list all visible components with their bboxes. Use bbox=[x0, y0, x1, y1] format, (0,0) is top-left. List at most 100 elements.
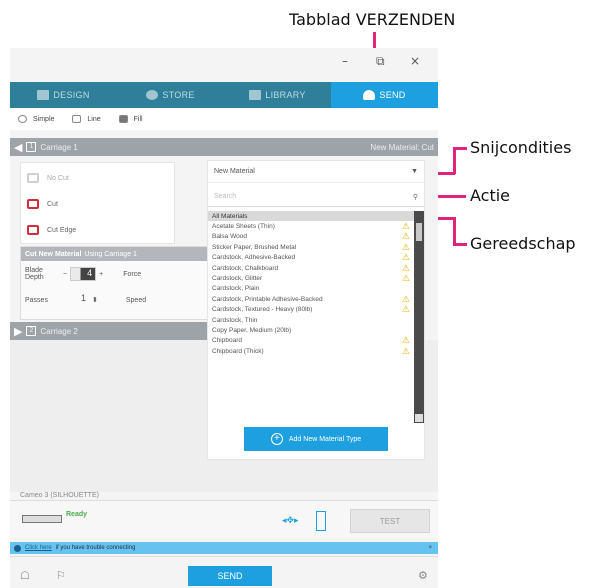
cut-icon bbox=[27, 199, 39, 209]
carriage-number: 1 bbox=[26, 142, 37, 152]
warning-icon: ⚠ bbox=[401, 252, 410, 263]
design-icon bbox=[37, 90, 50, 100]
blade-depth-value[interactable]: 4 bbox=[70, 267, 97, 281]
tab-store[interactable]: STORE bbox=[117, 82, 224, 108]
connection-hint: Click here if you have trouble connectin… bbox=[10, 542, 438, 554]
increment-icon[interactable]: + bbox=[99, 271, 103, 278]
annotation-send-tab: Tabblad VERZENDEN bbox=[289, 10, 456, 29]
list-item[interactable]: Cardstock, Plain bbox=[208, 284, 414, 294]
cut-edge-icon bbox=[27, 225, 39, 235]
scroll-down-icon[interactable] bbox=[415, 414, 423, 422]
info-icon bbox=[14, 544, 21, 552]
warning-icon: ⚠ bbox=[401, 241, 410, 252]
move-arrows-icon[interactable]: ◂✥▸ bbox=[282, 515, 299, 526]
layout-icon[interactable] bbox=[316, 511, 326, 531]
close-icon[interactable]: × bbox=[410, 54, 420, 68]
simple-icon bbox=[18, 115, 27, 123]
machine-icon bbox=[22, 515, 62, 523]
tool-connector-v bbox=[453, 217, 456, 245]
blade-depth-row: Blade Depth − 4 + Force bbox=[25, 267, 142, 281]
list-item[interactable]: Acetate Sheets (Thin) ⚠ bbox=[208, 221, 414, 231]
mode-fill[interactable]: Fill bbox=[118, 115, 143, 123]
library-icon bbox=[249, 90, 262, 100]
warning-icon: ⚠ bbox=[401, 293, 410, 304]
cut-settings-panel: Cut New Material Using Carriage 1 Blade D… bbox=[20, 246, 212, 320]
cut-settings-heading: Cut New Material Using Carriage 1 bbox=[21, 247, 211, 261]
warning-icon: ⚠ bbox=[401, 273, 410, 284]
dismiss-icon[interactable]: × bbox=[428, 545, 432, 551]
action-list: No Cut Cut Cut Edge bbox=[20, 162, 175, 244]
carriage-material-label: New Material: Cut bbox=[370, 142, 434, 152]
tab-send[interactable]: SEND bbox=[331, 82, 438, 108]
annotation-cut-conditions: Snijcondities bbox=[470, 138, 572, 157]
action-cut-edge[interactable]: Cut Edge bbox=[21, 219, 174, 241]
material-list-header: All Materials bbox=[208, 211, 414, 222]
minimize-icon[interactable]: – bbox=[342, 54, 348, 68]
decrement-icon[interactable]: − bbox=[63, 271, 67, 278]
passes-row: Passes 1 ⬍ Speed bbox=[21, 287, 211, 313]
footer-bar: ☖ ⚐ SEND ⚙ bbox=[10, 556, 438, 588]
plus-icon: + bbox=[270, 433, 283, 445]
device-label: Cameo 3 (SILHOUETTE) bbox=[20, 492, 99, 499]
passes-value[interactable]: 1 bbox=[63, 293, 89, 307]
test-button[interactable]: TEST bbox=[350, 509, 430, 533]
mode-selector: Simple Line Fill bbox=[10, 108, 438, 130]
device-bar: Ready ◂✥▸ TEST bbox=[10, 500, 438, 538]
passes-stepper[interactable]: 1 ⬍ bbox=[63, 293, 98, 307]
expand-icon: ▶ bbox=[14, 325, 23, 338]
carriage-label: Carriage 1 bbox=[40, 142, 78, 152]
line-icon bbox=[72, 115, 82, 123]
list-item[interactable]: Chipboard ⚠ bbox=[208, 336, 414, 346]
library-shortcut-icon[interactable]: ☖ bbox=[20, 569, 30, 582]
send-button[interactable]: SEND bbox=[188, 566, 272, 586]
annotation-action: Actie bbox=[470, 186, 511, 205]
warning-icon: ⚠ bbox=[401, 335, 410, 346]
no-cut-icon bbox=[27, 173, 39, 183]
blade-depth-stepper[interactable]: − 4 + bbox=[63, 267, 103, 281]
restore-icon[interactable]: ⧉ bbox=[376, 54, 385, 69]
material-list: All Materials Acetate Sheets (Thin) ⚠ Bals… bbox=[208, 211, 414, 423]
settings-icon[interactable]: ⚙ bbox=[418, 569, 428, 582]
action-no-cut[interactable]: No Cut bbox=[21, 167, 174, 189]
material-panel: New Material ▼ Search ⚲ All Materials Ac… bbox=[207, 160, 425, 460]
list-item[interactable]: Cardstock, Adhesive-Backed ⚠ bbox=[208, 253, 414, 263]
mode-line[interactable]: Line bbox=[72, 115, 101, 123]
search-icon: ⚲ bbox=[412, 193, 418, 201]
list-item[interactable]: Cardstock, Textured - Heavy (80lb) ⚠ bbox=[208, 305, 414, 315]
print-cut-icon[interactable]: ⚐ bbox=[56, 569, 66, 582]
dropdown-arrow-icon: ▼ bbox=[411, 168, 418, 175]
list-item[interactable]: Chipboard (Thick) ⚠ bbox=[208, 346, 414, 356]
list-item[interactable]: Copy Paper, Medium (20lb) bbox=[208, 325, 414, 335]
add-material-button[interactable]: + Add New Material Type bbox=[244, 427, 388, 451]
warning-icon: ⚠ bbox=[401, 231, 410, 242]
list-item[interactable]: Cardstock, Printable Adhesive-Backed ⚠ bbox=[208, 294, 414, 304]
cut-conditions-connector-h bbox=[453, 147, 467, 150]
mode-simple[interactable]: Simple bbox=[18, 115, 54, 123]
tab-library[interactable]: LIBRARY bbox=[224, 82, 331, 108]
warning-icon: ⚠ bbox=[401, 262, 410, 273]
list-item[interactable]: Balsa Wood ⚠ bbox=[208, 232, 414, 242]
list-item[interactable]: Cardstock, Thin bbox=[208, 315, 414, 325]
top-nav: DESIGN STORE LIBRARY SEND bbox=[10, 82, 438, 108]
annotation-tool: Gereedschap bbox=[470, 234, 576, 253]
warning-icon: ⚠ bbox=[401, 221, 410, 232]
help-link[interactable]: Click here bbox=[25, 545, 52, 551]
scrollbar[interactable] bbox=[414, 211, 424, 423]
spin-icon[interactable]: ⬍ bbox=[92, 296, 98, 304]
list-item[interactable]: Sticker Paper, Brushed Metal ⚠ bbox=[208, 242, 414, 252]
warning-icon: ⚠ bbox=[401, 304, 410, 315]
fill-icon bbox=[118, 115, 128, 123]
material-select[interactable]: New Material ▼ bbox=[208, 161, 424, 183]
action-cut[interactable]: Cut bbox=[21, 193, 174, 215]
material-search[interactable]: Search ⚲ bbox=[208, 187, 424, 207]
carriage-2-bar[interactable]: ▶ 2 Carriage 2 bbox=[10, 322, 210, 340]
list-item[interactable]: Cardstock, Glitter ⚠ bbox=[208, 273, 414, 283]
tab-design[interactable]: DESIGN bbox=[10, 82, 117, 108]
collapse-icon: ◀ bbox=[14, 141, 23, 154]
list-item[interactable]: Cardstock, Chalkboard ⚠ bbox=[208, 263, 414, 273]
carriage-1-bar[interactable]: ◀ 1 Carriage 1 New Material: Cut bbox=[10, 138, 438, 156]
scrollbar-thumb[interactable] bbox=[416, 223, 422, 241]
warning-icon: ⚠ bbox=[401, 345, 410, 356]
send-icon bbox=[363, 90, 376, 100]
tool-connector-h2 bbox=[453, 243, 467, 246]
